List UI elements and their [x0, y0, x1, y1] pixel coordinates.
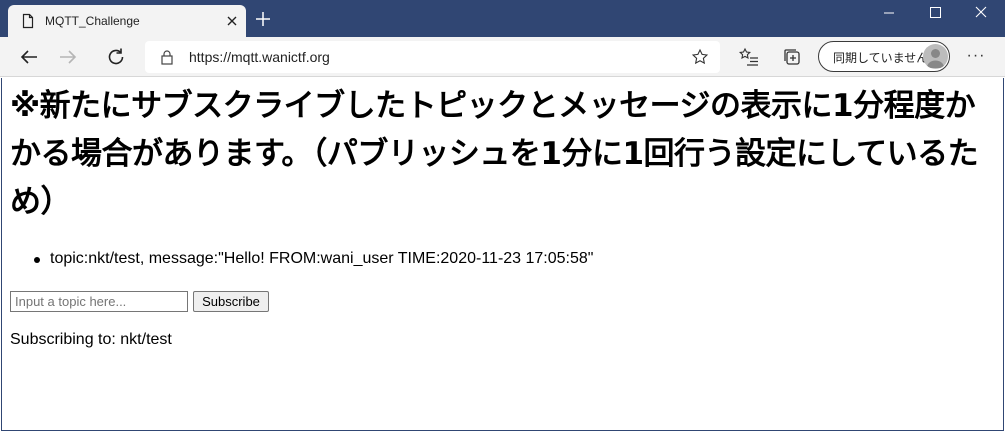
- url-text[interactable]: https://mqtt.wanictf.org: [189, 49, 330, 65]
- address-bar[interactable]: https://mqtt.wanictf.org: [145, 41, 720, 73]
- minimize-icon[interactable]: [866, 0, 912, 26]
- more-menu-icon[interactable]: ···: [964, 47, 988, 67]
- message-list: topic:nkt/test, message:"Hello! FROM:wan…: [33, 250, 594, 268]
- profile-button[interactable]: 同期していません: [818, 41, 950, 72]
- browser-tab[interactable]: MQTT_Challenge: [8, 5, 246, 37]
- subscribing-status: Subscribing to: nkt/test: [10, 331, 172, 348]
- subscribe-button[interactable]: Subscribe: [193, 291, 269, 312]
- back-arrow-icon[interactable]: [17, 45, 41, 69]
- list-item: topic:nkt/test, message:"Hello! FROM:wan…: [33, 250, 594, 267]
- notice-heading: ※新たにサブスクライブしたトピックとメッセージの表示に1分程度かかる場合がありま…: [10, 88, 979, 220]
- forward-arrow-icon[interactable]: [56, 45, 80, 69]
- lock-icon[interactable]: [159, 49, 175, 65]
- maximize-icon[interactable]: [912, 0, 958, 26]
- topic-input[interactable]: [10, 291, 188, 312]
- plus-icon[interactable]: [253, 9, 273, 29]
- page-content: ※新たにサブスクライブしたトピックとメッセージの表示に1分程度かかる場合がありま…: [1, 78, 1004, 431]
- title-bar: MQTT_Challenge: [0, 0, 1005, 37]
- star-icon[interactable]: [691, 48, 709, 66]
- window-close-icon[interactable]: [958, 0, 1004, 26]
- avatar-icon: [923, 44, 948, 69]
- profile-label: 同期していません: [833, 51, 929, 65]
- favorites-list-icon[interactable]: [738, 46, 760, 68]
- close-icon[interactable]: [224, 13, 240, 29]
- document-icon: [22, 13, 34, 29]
- reload-icon[interactable]: [104, 45, 128, 69]
- browser-toolbar: https://mqtt.wanictf.org 同期していません ···: [0, 37, 1005, 77]
- collections-icon[interactable]: [781, 46, 803, 68]
- tab-title: MQTT_Challenge: [45, 14, 140, 28]
